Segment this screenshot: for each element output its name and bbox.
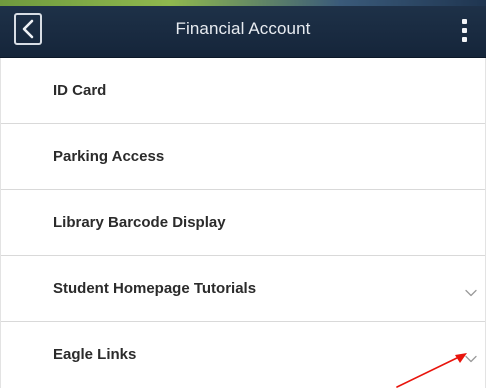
more-vertical-icon-dot <box>461 27 467 33</box>
chevron-down-icon[interactable] <box>465 284 477 297</box>
list-item-label: ID Card <box>53 82 107 99</box>
list-item-label: Parking Access <box>53 148 165 165</box>
list-item-library-barcode-display[interactable]: Library Barcode Display <box>1 190 485 256</box>
back-button[interactable] <box>14 13 42 45</box>
list-item-label: Eagle Links <box>53 346 137 363</box>
more-vertical-icon-dot <box>461 36 467 42</box>
list-item-label: Student Homepage Tutorials <box>53 280 257 297</box>
page-title: Financial Account <box>175 19 311 38</box>
list-item-eagle-links[interactable]: Eagle Links <box>1 322 485 388</box>
menu-list: ID Card Parking Access Library Barcode D… <box>0 58 486 388</box>
list-item-parking-access[interactable]: Parking Access <box>1 124 485 190</box>
list-item-student-homepage-tutorials[interactable]: Student Homepage Tutorials <box>1 256 485 322</box>
more-options-button[interactable] <box>456 14 472 46</box>
app-header: Financial Account <box>0 6 486 58</box>
list-item-label: Library Barcode Display <box>53 214 226 231</box>
chevron-down-icon[interactable] <box>465 350 477 363</box>
chevron-left-icon <box>22 19 34 39</box>
more-vertical-icon <box>461 18 467 24</box>
list-item-id-card[interactable]: ID Card <box>1 58 485 124</box>
app-frame: Financial Account ID Card Parking Access… <box>0 0 486 388</box>
